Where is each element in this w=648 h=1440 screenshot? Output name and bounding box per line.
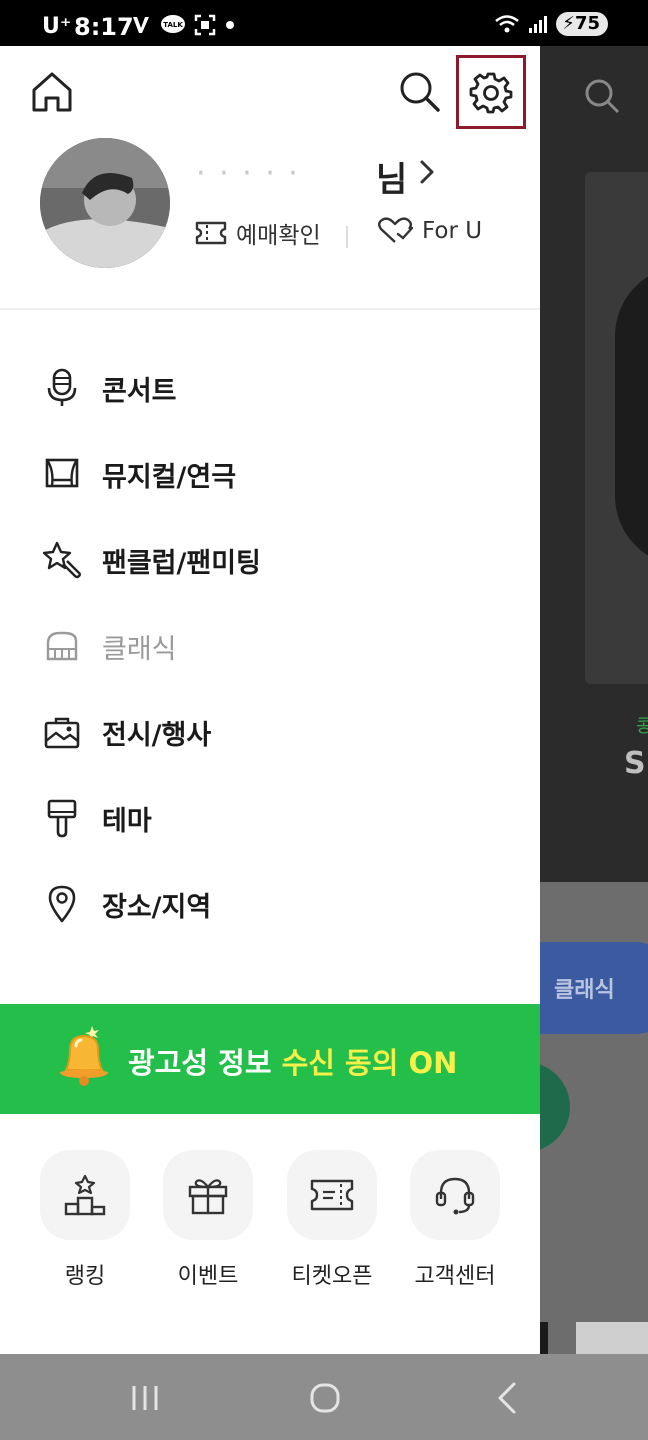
background-chip-label: 클래식 [554,978,615,1003]
kakaotalk-icon: TALK [161,15,185,33]
location-pin-icon [40,882,84,926]
quick-item-event[interactable]: 이벤트 [163,1150,253,1290]
quick-item-customer-center[interactable]: 고객센터 [410,1150,500,1290]
menu-item-exhibition[interactable]: 전시/행사 [40,702,500,762]
quick-item-label: 고객센터 [414,1264,496,1289]
dot-icon [226,21,234,29]
ticket-icon [195,221,227,245]
microphone-icon [40,366,84,410]
menu-item-label: 전시/행사 [102,719,212,751]
menu-item-label: 뮤지컬/연극 [102,461,237,493]
quick-item-label: 티켓오픈 [291,1264,373,1289]
status-bar: U⁺ 8:17 TALK ⚡75 [0,0,648,46]
gift-icon [188,1179,228,1215]
ticket-icon [310,1179,354,1211]
quick-item-label: 랭킹 [64,1264,106,1289]
avatar-photo [40,138,170,268]
system-icons: ⚡75 [494,12,608,36]
menu-item-label: 장소/지역 [102,891,212,923]
banner-text-main: 광고성 정보 [128,1046,282,1080]
profile-avatar[interactable] [40,138,170,268]
menu-item-venue[interactable]: 장소/지역 [40,874,500,934]
carrier-label: U⁺ [42,14,72,39]
background-green-label: 콩 [636,716,648,737]
search-icon [400,72,440,112]
settings-icon [469,72,513,114]
event-button[interactable] [163,1150,253,1240]
notification-icons: TALK [130,14,236,36]
booking-check-label: 예매확인 [236,223,321,249]
chevron-right-icon[interactable] [418,158,436,186]
home-button[interactable] [28,68,76,116]
ticket-open-button[interactable] [287,1150,377,1240]
profile-divider [0,308,540,310]
theater-stage-icon [40,452,84,496]
for-u-label: For U [422,218,483,244]
menu-item-label: 클래식 [102,633,177,665]
menu-item-fanclub[interactable]: 팬클럽/팬미팅 [40,530,500,590]
booking-check-link[interactable]: 예매확인 [194,216,321,250]
nickname-masked[interactable]: · · · · · [196,156,300,191]
star-wand-icon [40,538,84,582]
home-nav-icon[interactable] [305,1378,345,1418]
kakao-v-icon [133,17,149,33]
quick-item-ranking[interactable]: 랭킹 [40,1150,130,1290]
ranking-button[interactable] [40,1150,130,1240]
piano-icon [40,624,84,668]
battery-level: 75 [574,13,600,34]
background-poster-circle [615,266,648,566]
screenshot-icon [194,14,216,36]
search-button[interactable] [396,68,442,114]
back-icon[interactable] [488,1378,528,1418]
system-navigation-bar [0,1354,648,1440]
settings-button[interactable] [456,55,526,129]
menu-item-label: 팬클럽/팬미팅 [102,547,261,579]
for-u-link[interactable]: For U [376,216,482,246]
profile-link-divider [346,226,348,248]
nickname-suffix[interactable]: 님 [376,152,407,201]
background-card [576,1322,648,1354]
banner-text-highlight: 수신 동의 ON [281,1046,458,1080]
menu-item-classic[interactable]: 클래식 [40,616,500,676]
background-category-chip: 클래식 [540,942,648,1034]
menu-item-label: 테마 [102,805,152,837]
svg-text:TALK: TALK [163,21,183,29]
background-lower-area: 클래식 [540,882,648,1354]
menu-item-concert[interactable]: 콘서트 [40,358,500,418]
marketing-consent-banner[interactable]: 광고성 정보 수신 동의 ON [0,1004,540,1114]
background-green-shape [540,1062,570,1152]
signal-icon [529,16,548,33]
menu-item-musical[interactable]: 뮤지컬/연극 [40,444,500,504]
background-title: S.J [624,746,648,781]
customer-center-button[interactable] [410,1150,500,1240]
exhibition-icon [40,710,84,754]
recent-apps-icon[interactable] [125,1378,165,1418]
podium-icon [64,1174,106,1216]
side-drawer: · · · · · 님 예매확인 For U 콘서트 뮤지컬/연극 팬클럽/팬미… [0,46,540,1354]
paint-brush-icon [40,796,84,840]
clock: 8:17 [74,13,134,41]
headset-icon [435,1177,475,1215]
bell-icon [60,1026,108,1086]
home-icon [32,72,72,112]
background-app: 콩 S.J 클래식 [540,46,648,1354]
wifi-icon [495,15,520,33]
menu-item-label: 콘서트 [102,375,177,407]
battery-indicator: ⚡75 [556,12,608,36]
heart-check-icon [378,217,414,243]
menu-item-theme[interactable]: 테마 [40,788,500,848]
quick-item-label: 이벤트 [177,1264,239,1289]
quick-item-ticket-open[interactable]: 티켓오픈 [287,1150,377,1290]
background-search-icon [585,79,620,114]
banner-text: 광고성 정보 수신 동의 ON [128,1040,457,1082]
background-edge [540,1322,548,1354]
